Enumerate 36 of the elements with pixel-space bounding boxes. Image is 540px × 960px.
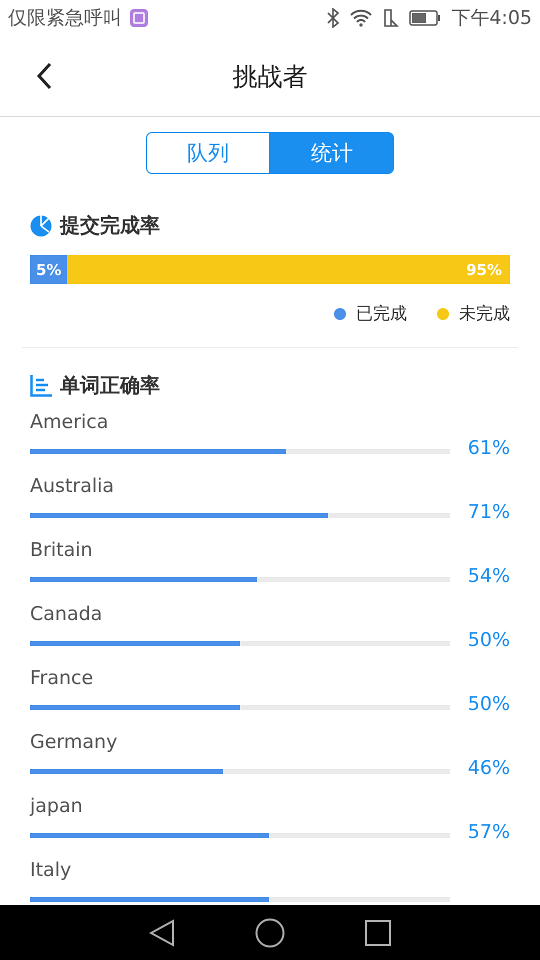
home-nav-icon[interactable] [255, 918, 285, 948]
country-label: Italy [30, 859, 72, 883]
recents-nav-icon[interactable] [365, 920, 391, 946]
carrier-text: 仅限紧急呼叫 [8, 6, 122, 31]
percent-text: 46% [466, 757, 510, 781]
legend-label: 未完成 [459, 303, 510, 325]
sim-icon [383, 8, 400, 28]
pie-chart-icon [30, 214, 52, 236]
country-label: Canada [30, 603, 104, 627]
percent-text: 61% [466, 437, 510, 461]
pending-segment-label: 95% [465, 260, 503, 280]
segment-tab[interactable]: 队列 [146, 132, 270, 174]
country-label: America [30, 411, 110, 435]
page-title: 挑战者 [232, 60, 308, 92]
percent-text: 71% [466, 501, 510, 525]
percent-text: 50% [466, 693, 510, 717]
gallery-icon [130, 9, 148, 27]
country-label: Germany [30, 731, 118, 755]
country-label: Australia [30, 475, 116, 499]
section-title: 单词正确率 [60, 372, 160, 399]
bluetooth-icon [327, 8, 340, 28]
percent-text: 54% [466, 565, 510, 589]
wifi-icon [349, 9, 374, 27]
percent-text: 57% [466, 821, 510, 845]
battery-icon [409, 10, 442, 26]
completed-segment: 5% [30, 255, 68, 284]
section-title: 提交完成率 [60, 212, 160, 239]
back-nav-icon[interactable] [149, 918, 175, 946]
bar-chart-icon [30, 374, 52, 396]
legend-label: 已完成 [356, 303, 407, 325]
clock-text: 下午4:05 [451, 6, 532, 31]
percent-text: 50% [466, 629, 510, 653]
country-label: France [30, 667, 94, 691]
segment-tab[interactable]: 统计 [270, 132, 394, 174]
country-label: Britain [30, 539, 94, 563]
country-label: japan [30, 795, 84, 819]
